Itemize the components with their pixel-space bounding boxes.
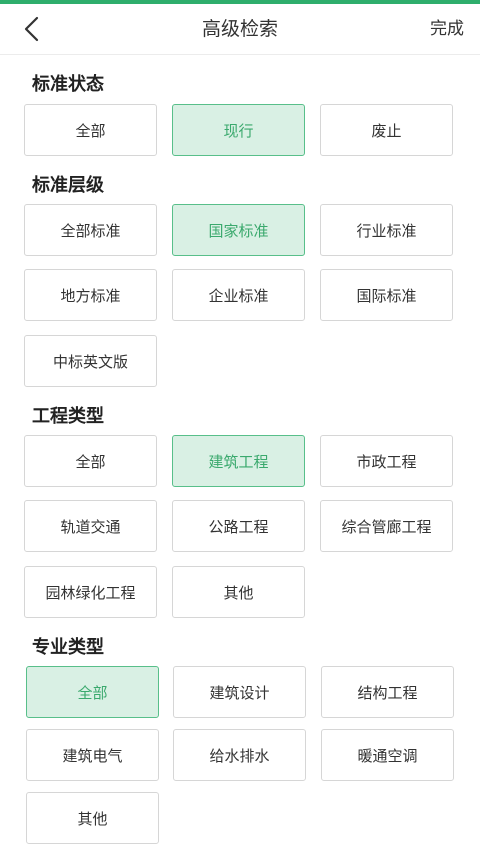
back-button[interactable] bbox=[14, 12, 50, 46]
option-discipline-electrical[interactable]: 建筑电气 bbox=[26, 729, 159, 781]
option-status-all[interactable]: 全部 bbox=[24, 104, 157, 156]
option-discipline-hvac[interactable]: 暖通空调 bbox=[321, 729, 454, 781]
option-project-other[interactable]: 其他 bbox=[172, 566, 305, 618]
option-discipline-architecture[interactable]: 建筑设计 bbox=[173, 666, 306, 718]
option-project-highway[interactable]: 公路工程 bbox=[172, 500, 305, 552]
section-title-project-type: 工程类型 bbox=[32, 406, 104, 427]
option-level-english[interactable]: 中标英文版 bbox=[24, 335, 157, 387]
option-project-landscape[interactable]: 园林绿化工程 bbox=[24, 566, 157, 618]
option-level-enterprise[interactable]: 企业标准 bbox=[172, 269, 305, 321]
option-project-all[interactable]: 全部 bbox=[24, 435, 157, 487]
option-discipline-other[interactable]: 其他 bbox=[26, 792, 159, 844]
option-project-building[interactable]: 建筑工程 bbox=[172, 435, 305, 487]
option-discipline-plumbing[interactable]: 给水排水 bbox=[173, 729, 306, 781]
option-status-current[interactable]: 现行 bbox=[172, 104, 305, 156]
section-title-status: 标准状态 bbox=[32, 74, 104, 95]
option-level-local[interactable]: 地方标准 bbox=[24, 269, 157, 321]
option-project-municipal[interactable]: 市政工程 bbox=[320, 435, 453, 487]
section-title-discipline: 专业类型 bbox=[32, 637, 104, 658]
option-level-all[interactable]: 全部标准 bbox=[24, 204, 157, 256]
option-status-abolished[interactable]: 废止 bbox=[320, 104, 453, 156]
option-discipline-all[interactable]: 全部 bbox=[26, 666, 159, 718]
option-project-utility-tunnel[interactable]: 综合管廊工程 bbox=[320, 500, 453, 552]
chevron-left-icon bbox=[24, 16, 39, 42]
header-bar: 高级检索 完成 bbox=[0, 4, 480, 55]
option-level-international[interactable]: 国际标准 bbox=[320, 269, 453, 321]
option-project-rail[interactable]: 轨道交通 bbox=[24, 500, 157, 552]
option-discipline-structure[interactable]: 结构工程 bbox=[321, 666, 454, 718]
done-button[interactable]: 完成 bbox=[430, 4, 464, 54]
page-title: 高级检索 bbox=[201, 18, 278, 40]
option-level-national[interactable]: 国家标准 bbox=[172, 204, 305, 256]
option-level-industry[interactable]: 行业标准 bbox=[320, 204, 453, 256]
section-title-level: 标准层级 bbox=[32, 175, 104, 196]
